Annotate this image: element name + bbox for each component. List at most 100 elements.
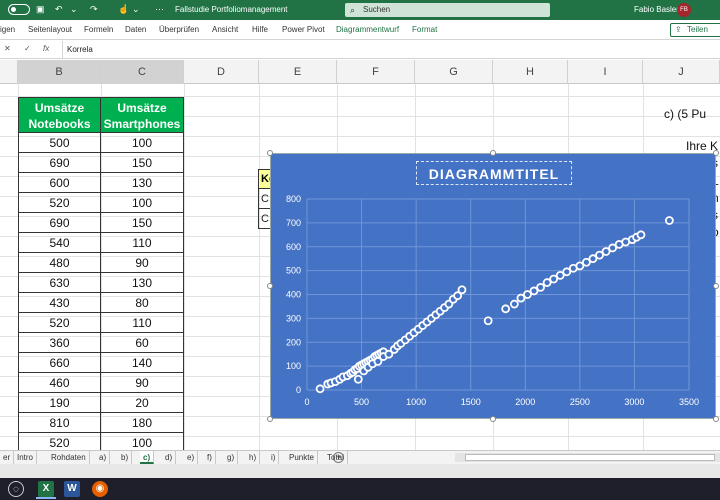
- cell-smartphones[interactable]: 90: [100, 373, 184, 393]
- cell-smartphones[interactable]: 100: [100, 133, 184, 153]
- insert-function-icon[interactable]: fx: [43, 44, 49, 53]
- resize-handle-top-right[interactable]: [713, 150, 719, 156]
- resize-handle-bottom[interactable]: [490, 416, 496, 422]
- tab-hilfe[interactable]: Hilfe: [252, 25, 268, 34]
- sheet-tab[interactable]: c): [140, 451, 155, 464]
- user-name[interactable]: Fabio Basler: [634, 5, 679, 14]
- chart-title[interactable]: DIAGRAMMTITEL: [416, 161, 572, 185]
- cell-smartphones[interactable]: 100: [100, 193, 184, 213]
- cell-notebooks[interactable]: 690: [18, 153, 101, 173]
- column-header-g[interactable]: G: [415, 60, 493, 84]
- cell-smartphones[interactable]: 150: [100, 153, 184, 173]
- cell-smartphones[interactable]: 110: [100, 313, 184, 333]
- sheet-tab[interactable]: Punkte: [286, 451, 318, 464]
- sheet-tab[interactable]: h): [246, 451, 261, 464]
- autosave-toggle[interactable]: [8, 4, 30, 15]
- sheet-tab[interactable]: er: [0, 451, 15, 464]
- sheet-tab[interactable]: g): [224, 451, 239, 464]
- formula-input[interactable]: Korrela: [62, 41, 720, 58]
- start-icon[interactable]: ◌: [8, 481, 24, 497]
- cell-smartphones[interactable]: 110: [100, 233, 184, 253]
- cell-smartphones[interactable]: 80: [100, 293, 184, 313]
- column-header-b[interactable]: B: [18, 60, 101, 84]
- cell-smartphones[interactable]: 60: [100, 333, 184, 353]
- undo-icon[interactable]: ↶: [55, 4, 63, 15]
- share-button[interactable]: ⇪ Teilen: [670, 23, 720, 37]
- tab-format[interactable]: Format: [412, 25, 437, 34]
- cell-notebooks[interactable]: 520: [18, 313, 101, 333]
- undo-dropdown-icon[interactable]: ⌄: [70, 4, 78, 15]
- tab-seitenlayout[interactable]: Seitenlayout: [28, 25, 72, 34]
- cell-notebooks[interactable]: 480: [18, 253, 101, 273]
- cancel-icon[interactable]: ✕: [4, 44, 11, 53]
- tab-power-pivot[interactable]: Power Pivot: [282, 25, 325, 34]
- scatter-chart[interactable]: 0 100 200 300 400 500 600 700 800 0 500 1000 1500 200…: [270, 153, 716, 419]
- tab-daten[interactable]: Daten: [125, 25, 146, 34]
- resize-handle-bottom-right[interactable]: [713, 416, 719, 422]
- tab-einfuegen[interactable]: igen: [0, 25, 15, 34]
- tab-formeln[interactable]: Formeln: [84, 25, 113, 34]
- sheet-tab[interactable]: b): [118, 451, 133, 464]
- cell-notebooks[interactable]: 540: [18, 233, 101, 253]
- cell-notebooks[interactable]: 430: [18, 293, 101, 313]
- cell-notebooks[interactable]: 460: [18, 373, 101, 393]
- search-box[interactable]: ⌕ Suchen: [345, 3, 550, 17]
- cell-notebooks[interactable]: 520: [18, 193, 101, 213]
- excel-icon[interactable]: X: [38, 481, 54, 497]
- sheet-tab[interactable]: i): [268, 451, 280, 464]
- cell-smartphones[interactable]: 140: [100, 353, 184, 373]
- confirm-icon[interactable]: ✓: [24, 44, 31, 53]
- scrollbar-thumb[interactable]: [465, 454, 715, 461]
- resize-handle-left[interactable]: [267, 283, 273, 289]
- column-header-d[interactable]: D: [184, 60, 259, 84]
- cell-notebooks[interactable]: 690: [18, 213, 101, 233]
- tab-ansicht[interactable]: Ansicht: [212, 25, 238, 34]
- resize-handle-bottom-left[interactable]: [267, 416, 273, 422]
- tab-diagrammentwurf[interactable]: Diagrammentwurf: [336, 25, 399, 34]
- sheet-tab[interactable]: f): [204, 451, 216, 464]
- column-header-f[interactable]: F: [337, 60, 415, 84]
- cell-notebooks[interactable]: 360: [18, 333, 101, 353]
- touch-mode-icon[interactable]: ☝: [118, 4, 129, 15]
- header-smartphones[interactable]: Umsätze Smartphones: [100, 97, 184, 133]
- sheet-tab[interactable]: e): [184, 451, 199, 464]
- cell-smartphones[interactable]: 100: [100, 433, 184, 450]
- cell-notebooks[interactable]: 810: [18, 413, 101, 433]
- sheet-tab[interactable]: Intro: [14, 451, 38, 464]
- cell-notebooks[interactable]: 630: [18, 273, 101, 293]
- firefox-icon[interactable]: ◉: [92, 481, 108, 497]
- cell-smartphones[interactable]: 180: [100, 413, 184, 433]
- customize-toolbar-icon[interactable]: ⌄: [132, 4, 140, 15]
- cell-smartphones[interactable]: 150: [100, 213, 184, 233]
- cell-smartphones[interactable]: 20: [100, 393, 184, 413]
- cell-notebooks[interactable]: 190: [18, 393, 101, 413]
- cell-notebooks[interactable]: 500: [18, 133, 101, 153]
- cell-smartphones[interactable]: 90: [100, 253, 184, 273]
- sheet-tab[interactable]: a): [96, 451, 111, 464]
- cell-smartphones[interactable]: 130: [100, 173, 184, 193]
- sheet-tab[interactable]: d): [162, 451, 177, 464]
- column-header-e[interactable]: E: [259, 60, 337, 84]
- column-header-c[interactable]: C: [101, 60, 184, 84]
- avatar[interactable]: FB: [677, 3, 691, 17]
- redo-icon[interactable]: ↷: [90, 4, 98, 15]
- resize-handle-top[interactable]: [490, 150, 496, 156]
- resize-handle-top-left[interactable]: [267, 150, 273, 156]
- more-commands-icon[interactable]: ⋯: [155, 4, 164, 15]
- sheet-tab[interactable]: Total: [324, 451, 348, 464]
- header-notebooks[interactable]: Umsätze Notebooks: [18, 97, 101, 133]
- word-icon[interactable]: W: [64, 481, 80, 497]
- cell-notebooks[interactable]: 520: [18, 433, 101, 450]
- cell-notebooks[interactable]: 600: [18, 173, 101, 193]
- resize-handle-right[interactable]: [713, 283, 719, 289]
- column-header-i[interactable]: I: [568, 60, 643, 84]
- cell-notebooks[interactable]: 660: [18, 353, 101, 373]
- cell-smartphones[interactable]: 130: [100, 273, 184, 293]
- save-icon[interactable]: ▣: [36, 4, 45, 15]
- column-header-h[interactable]: H: [493, 60, 568, 84]
- column-header-j[interactable]: J: [643, 60, 720, 84]
- column-header-a[interactable]: [0, 60, 18, 84]
- tab-ueberpruefen[interactable]: Überprüfen: [159, 25, 199, 34]
- horizontal-scrollbar[interactable]: [455, 453, 720, 462]
- sheet-tab[interactable]: Rohdaten: [48, 451, 90, 464]
